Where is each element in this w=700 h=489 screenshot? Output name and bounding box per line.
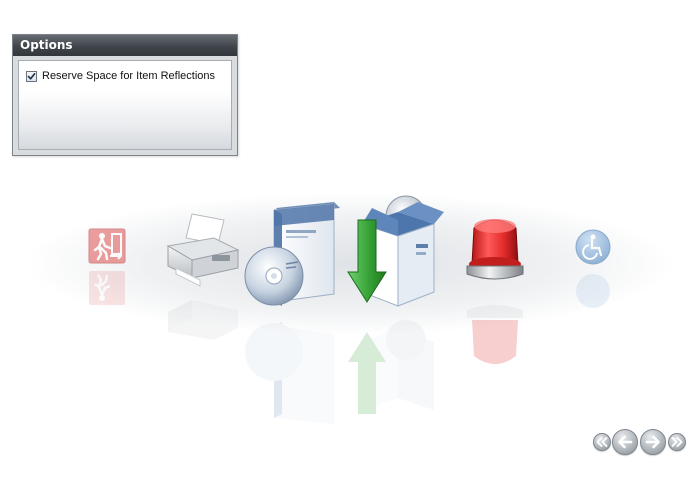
reserve-reflections-checkbox[interactable]: [26, 70, 37, 82]
wheelchair-accessibility-icon: [575, 229, 611, 265]
flow-view-stage: Options Reserve Space for Item Reflectio…: [0, 0, 700, 489]
reserve-reflections-label: Reserve Space for Item Reflections: [42, 70, 216, 82]
item-carousel: [0, 186, 700, 426]
carousel-item-software-box[interactable]: [244, 202, 354, 314]
reserve-reflections-option[interactable]: Reserve Space for Item Reflections: [26, 70, 215, 82]
options-panel-title: Options: [13, 35, 237, 56]
arrow-left-icon: [618, 435, 633, 449]
printer-icon: [166, 213, 240, 287]
emergency-exit-icon: [88, 228, 126, 264]
options-panel: Options Reserve Space for Item Reflectio…: [12, 34, 238, 156]
first-button[interactable]: [593, 433, 611, 451]
checkmark-icon: [27, 72, 36, 80]
install-box-reflection: [342, 316, 454, 440]
carousel-item-alarm-beacon[interactable]: [462, 212, 528, 292]
carousel-item-install-box[interactable]: [342, 194, 454, 318]
carousel-item-emergency-exit[interactable]: [88, 228, 126, 268]
software-box-cd-icon: [244, 202, 340, 306]
last-button[interactable]: [668, 433, 686, 451]
carousel-item-printer[interactable]: [162, 210, 242, 292]
arrow-right-icon: [645, 435, 660, 449]
carousel-item-accessibility[interactable]: [574, 228, 612, 270]
previous-button[interactable]: [612, 429, 638, 455]
options-panel-body: Reserve Space for Item Reflections: [18, 60, 232, 150]
double-chevron-right-icon: [671, 437, 683, 447]
next-button[interactable]: [640, 429, 666, 455]
carousel-navigation: [593, 428, 689, 455]
red-alarm-light-icon: [466, 219, 524, 280]
install-box-download-icon: [347, 195, 444, 307]
double-chevron-left-icon: [596, 437, 608, 447]
